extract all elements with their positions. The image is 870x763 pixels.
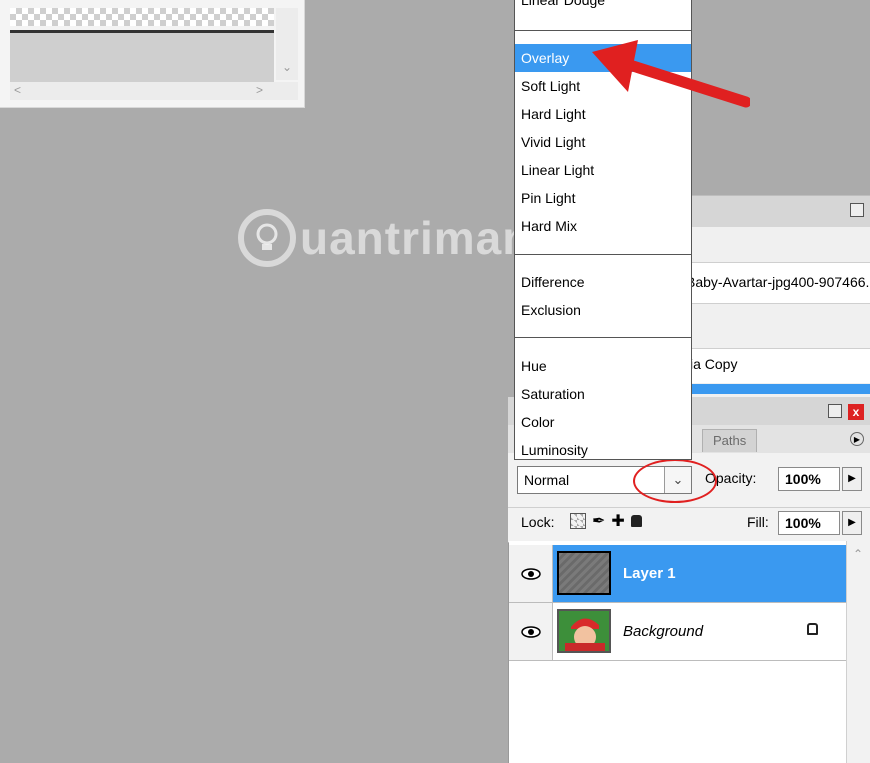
chevron-left-icon[interactable]: <: [14, 83, 21, 97]
fill-stepper[interactable]: ▶: [842, 511, 862, 535]
watermark: uantrimang: [238, 202, 560, 274]
chevron-down-icon[interactable]: ⌄: [282, 60, 292, 74]
fill-label: Fill:: [747, 514, 769, 530]
lock-brush-icon[interactable]: ✒: [592, 511, 605, 531]
opacity-stepper[interactable]: ▶: [842, 467, 862, 491]
layer-list-scrollbar[interactable]: ⌃: [846, 541, 870, 763]
layer-thumbnail: [557, 551, 611, 595]
history-panel-header: [690, 195, 870, 228]
menu-separator: [515, 337, 691, 338]
menu-separator: [515, 30, 691, 31]
eye-icon[interactable]: [509, 545, 553, 602]
menu-item-luminosity[interactable]: Luminosity: [515, 436, 691, 464]
tab-paths[interactable]: Paths: [702, 429, 758, 452]
menu-item-exclusion[interactable]: Exclusion: [515, 296, 691, 324]
menu-item-hard-mix[interactable]: Hard Mix: [515, 212, 691, 240]
history-item[interactable]: Layer Via Copy: [642, 348, 870, 383]
minimize-icon[interactable]: [850, 203, 864, 217]
lock-icons: ✒ ✚: [570, 511, 642, 531]
layer-row-layer-1[interactable]: Layer 1: [509, 545, 846, 603]
fill-input[interactable]: 100%: [778, 511, 840, 535]
lock-all-icon[interactable]: [630, 515, 642, 527]
lock-icon: [807, 623, 818, 635]
document-canvas: [10, 30, 274, 83]
document-vertical-scrollbar[interactable]: ⌄: [276, 8, 298, 80]
menu-item-pin-light[interactable]: Pin Light: [515, 184, 691, 212]
history-selected-item[interactable]: [690, 384, 870, 394]
menu-item-linear-light[interactable]: Linear Light: [515, 156, 691, 184]
document-horizontal-scrollbar[interactable]: < >: [10, 82, 298, 100]
menu-item-color[interactable]: Color: [515, 408, 691, 436]
lightbulb-icon: [238, 209, 296, 267]
annotation-arrow: [592, 40, 750, 108]
menu-item-difference[interactable]: Difference: [515, 268, 691, 296]
tab-label: Paths: [713, 433, 747, 448]
lock-transparency-icon[interactable]: [570, 513, 586, 529]
eye-icon[interactable]: [509, 603, 553, 660]
annotation-circle: [633, 459, 717, 503]
menu-item-linear-dodge[interactable]: Linear Dodge: [515, 0, 691, 14]
panel-menu-icon[interactable]: ▶: [850, 432, 864, 446]
blend-mode-value: Normal: [524, 472, 570, 488]
opacity-input[interactable]: 100%: [778, 467, 840, 491]
menu-item-hue[interactable]: Hue: [515, 352, 691, 380]
layer-name: Layer 1: [623, 565, 676, 582]
minimize-icon[interactable]: [828, 404, 842, 418]
document-window: ⌄ < >: [0, 0, 305, 108]
menu-separator: [515, 254, 691, 255]
layer-row-background[interactable]: Background: [509, 603, 846, 661]
close-icon[interactable]: x: [848, 404, 864, 420]
layer-thumbnail: [557, 609, 611, 653]
history-item-label: Baby-Avartar-jpg400-907466...: [686, 274, 870, 290]
lock-move-icon[interactable]: ✚: [611, 511, 624, 531]
transparent-canvas-strip: [10, 8, 274, 26]
menu-item-vivid-light[interactable]: Vivid Light: [515, 128, 691, 156]
chevron-up-icon[interactable]: ⌃: [853, 547, 863, 561]
history-item[interactable]: Baby-Avartar-jpg400-907466...: [686, 262, 870, 304]
chevron-right-icon[interactable]: >: [256, 83, 263, 97]
lock-label: Lock:: [521, 514, 555, 530]
menu-item-saturation[interactable]: Saturation: [515, 380, 691, 408]
layer-name: Background: [623, 623, 704, 640]
